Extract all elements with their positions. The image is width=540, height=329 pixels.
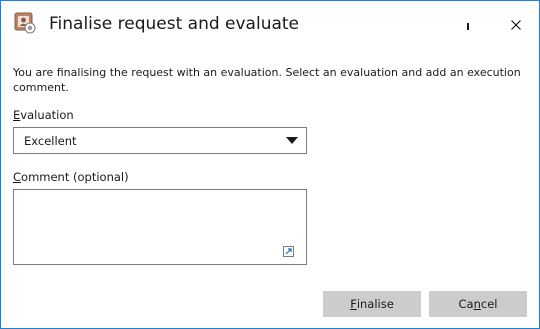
finalise-button[interactable]: Finalise	[323, 291, 421, 317]
dialog-window: Finalise request and evaluate You are fi…	[0, 0, 540, 329]
window-title: Finalise request and evaluate	[49, 14, 300, 34]
request-evaluation-icon	[14, 12, 36, 34]
evaluation-selected-value: Excellent	[24, 134, 77, 148]
minimize-button[interactable]	[445, 1, 491, 47]
dialog-content: You are finalising the request with an e…	[1, 48, 539, 328]
evaluation-label-text: valuation	[20, 108, 74, 122]
dialog-message: You are finalising the request with an e…	[13, 66, 521, 94]
comment-label: Comment (optional)	[13, 170, 129, 185]
finalise-mnemonic: F	[350, 297, 357, 311]
cancel-label-end: cel	[480, 297, 498, 311]
title-bar[interactable]: Finalise request and evaluate	[1, 1, 539, 48]
evaluation-select[interactable]: Excellent	[13, 127, 307, 154]
comment-field[interactable]	[13, 189, 307, 265]
expand-editor-icon[interactable]	[283, 242, 294, 257]
cancel-mnemonic: n	[473, 297, 481, 311]
comment-label-mnemonic: C	[13, 170, 22, 184]
cancel-label-start: Ca	[458, 297, 474, 311]
close-icon	[511, 15, 521, 34]
chevron-down-icon	[286, 137, 298, 144]
minimize-icon	[463, 15, 473, 34]
close-button[interactable]	[493, 1, 539, 47]
cancel-button[interactable]: Ca n cel	[429, 291, 527, 317]
evaluation-label: Evaluation	[13, 108, 74, 123]
finalise-label: inalise	[356, 297, 394, 311]
comment-label-text: omment (optional)	[21, 170, 129, 184]
